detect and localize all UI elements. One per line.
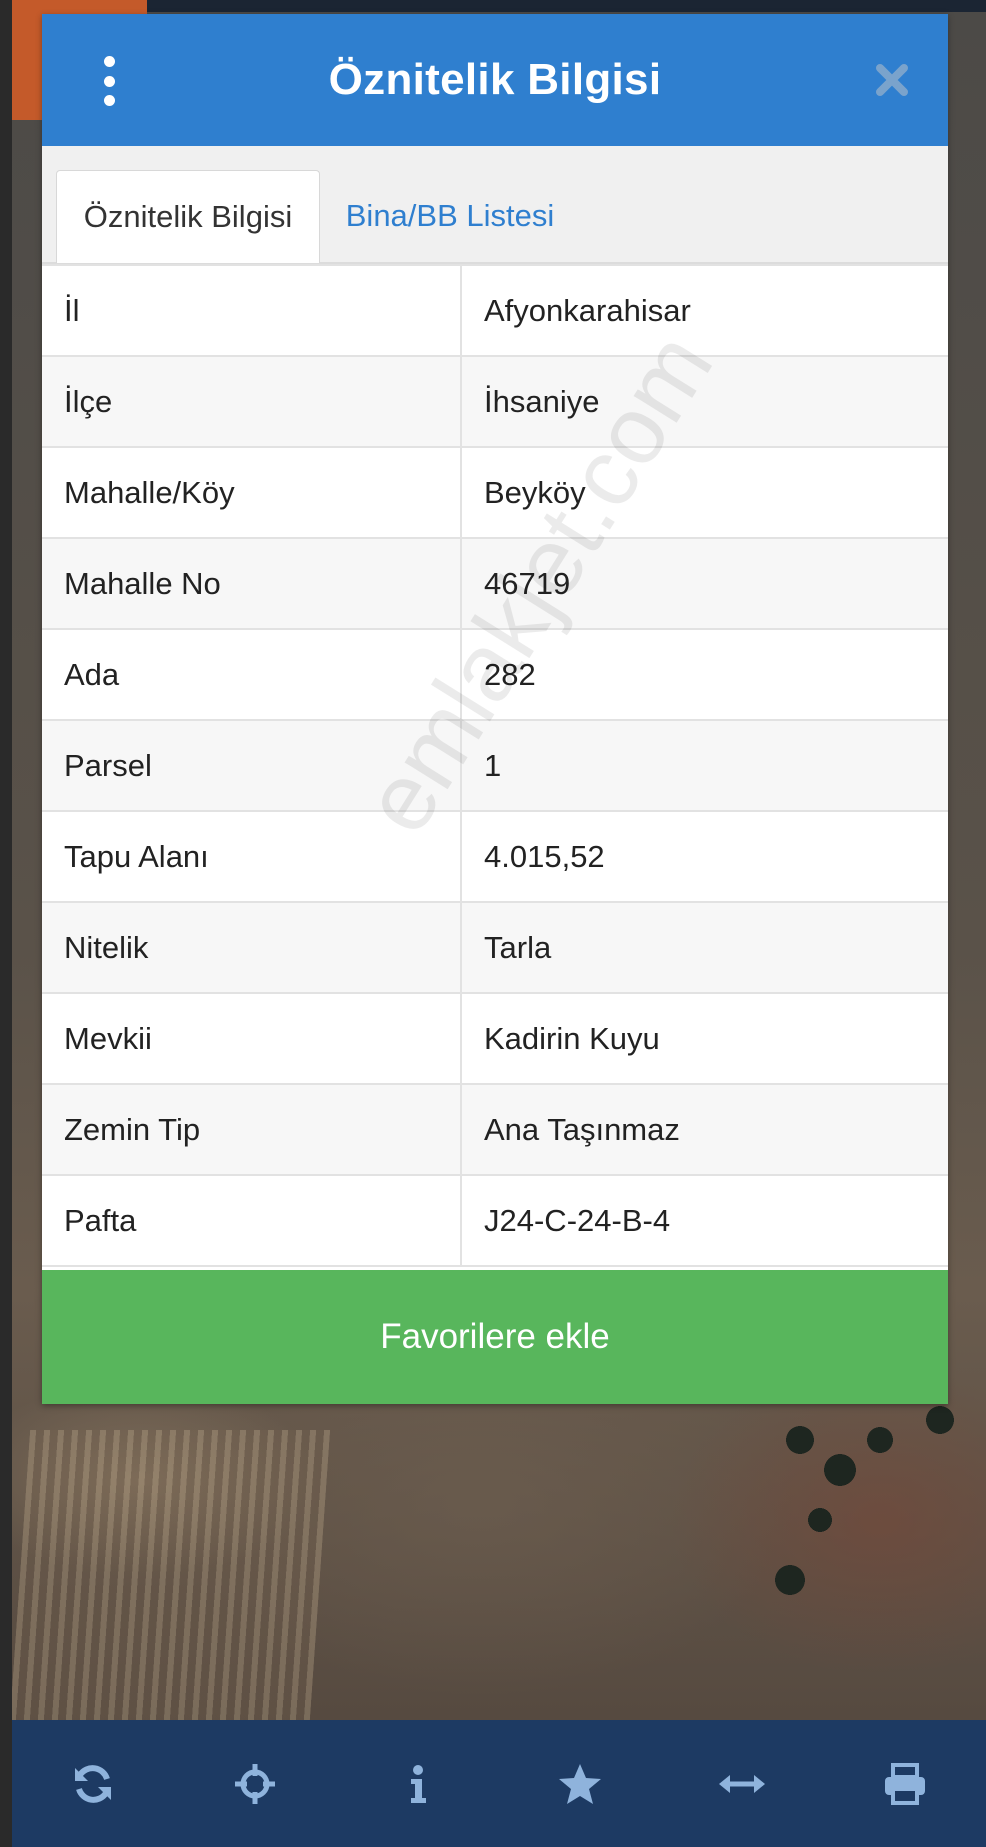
row-key: İlçe: [42, 355, 462, 448]
table-row: Nitelik Tarla: [42, 901, 948, 994]
refresh-icon[interactable]: [12, 1720, 174, 1847]
table-row: Pafta J24-C-24-B-4: [42, 1174, 948, 1267]
row-key: Zemin Tip: [42, 1083, 462, 1176]
left-edge: [0, 0, 12, 1847]
row-value: J24-C-24-B-4: [460, 1174, 948, 1267]
row-key: Nitelik: [42, 901, 462, 994]
table-row: Mevkii Kadirin Kuyu: [42, 992, 948, 1085]
row-key: Mahalle No: [42, 537, 462, 630]
tree-cluster: [760, 1400, 980, 1720]
row-value: Tarla: [460, 901, 948, 994]
row-value: 282: [460, 628, 948, 721]
row-value: Kadirin Kuyu: [460, 992, 948, 1085]
dialog-header: Öznitelik Bilgisi: [42, 14, 948, 146]
row-key: Pafta: [42, 1174, 462, 1267]
print-icon[interactable]: [824, 1720, 986, 1847]
table-row: Parsel 1: [42, 719, 948, 812]
table-row: Tapu Alanı 4.015,52: [42, 810, 948, 903]
table-row: Ada 282: [42, 628, 948, 721]
star-icon[interactable]: [499, 1720, 661, 1847]
table-row: Mahalle/Köy Beyköy: [42, 446, 948, 539]
row-value: Ana Taşınmaz: [460, 1083, 948, 1176]
menu-dots-icon[interactable]: [94, 56, 124, 106]
row-key: Mevkii: [42, 992, 462, 1085]
top-bar: [147, 0, 986, 12]
table-row: İlçe İhsaniye: [42, 355, 948, 448]
row-key: Tapu Alanı: [42, 810, 462, 903]
row-value: Afyonkarahisar: [460, 264, 948, 357]
row-value: İhsaniye: [460, 355, 948, 448]
row-key: Parsel: [42, 719, 462, 812]
row-value: 4.015,52: [460, 810, 948, 903]
row-key: Ada: [42, 628, 462, 721]
row-key: Mahalle/Köy: [42, 446, 462, 539]
bottom-toolbar: [12, 1720, 986, 1847]
row-value: 46719: [460, 537, 948, 630]
close-icon[interactable]: [874, 62, 910, 98]
table-row: Mahalle No 46719: [42, 537, 948, 630]
dialog-title: Öznitelik Bilgisi: [328, 55, 662, 104]
tab-attribute-info[interactable]: Öznitelik Bilgisi: [56, 170, 320, 263]
measure-arrows-icon[interactable]: [661, 1720, 823, 1847]
tab-building-list[interactable]: Bina/BB Listesi: [330, 170, 570, 262]
table-row: Zemin Tip Ana Taşınmaz: [42, 1083, 948, 1176]
row-key: İl: [42, 264, 462, 357]
tab-bar: Öznitelik Bilgisi Bina/BB Listesi: [42, 146, 948, 264]
info-icon[interactable]: [337, 1720, 499, 1847]
row-value: 1: [460, 719, 948, 812]
attribute-dialog: Öznitelik Bilgisi Öznitelik Bilgisi Bina…: [42, 14, 948, 1404]
table-row: İl Afyonkarahisar: [42, 264, 948, 357]
field-pattern: [9, 1430, 331, 1720]
row-value: Beyköy: [460, 446, 948, 539]
attribute-table: İl Afyonkarahisar İlçe İhsaniye Mahalle/…: [42, 264, 948, 1267]
crosshair-icon[interactable]: [174, 1720, 336, 1847]
add-to-favorites-button[interactable]: Favorilere ekle: [42, 1270, 948, 1404]
